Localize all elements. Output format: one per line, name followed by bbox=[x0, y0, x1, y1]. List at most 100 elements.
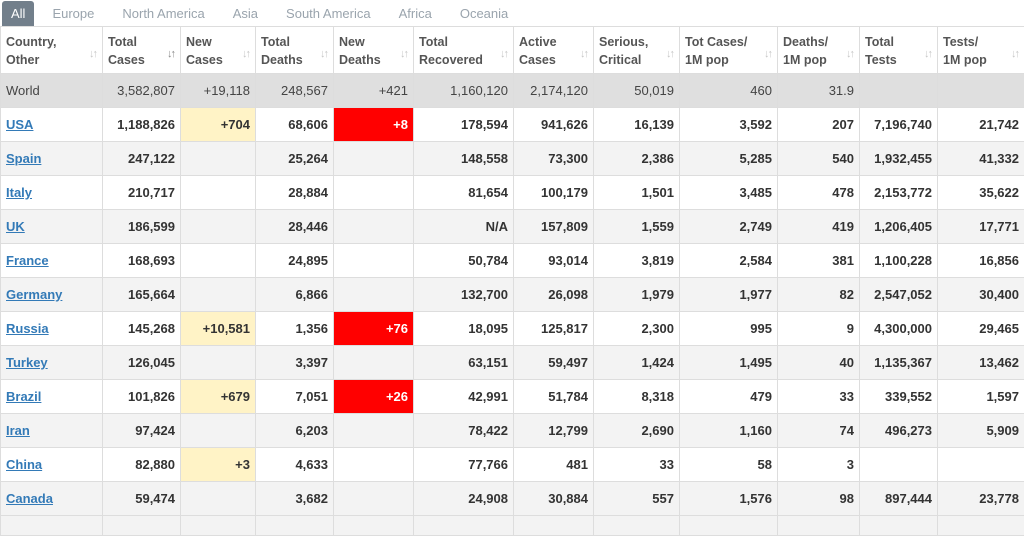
sort-icon[interactable]: ↓↑ bbox=[320, 45, 329, 63]
country-link[interactable]: Iran bbox=[6, 423, 30, 438]
sort-icon[interactable]: ↓↑ bbox=[242, 45, 251, 63]
table-row bbox=[0, 515, 1024, 536]
cell-new-deaths: +421 bbox=[333, 73, 414, 108]
cell-serious-critical: 2,386 bbox=[593, 141, 680, 176]
cell-new-deaths bbox=[333, 175, 414, 210]
col-header-total-tests[interactable]: Total Tests ↓↑ bbox=[859, 26, 938, 74]
sort-icon[interactable]: ↓↑ bbox=[924, 45, 933, 63]
tab-oceania[interactable]: Oceania bbox=[446, 0, 522, 26]
cell-active-cases: 157,809 bbox=[513, 209, 594, 244]
cell-total-cases bbox=[102, 515, 181, 536]
country-link[interactable]: Russia bbox=[6, 321, 49, 336]
cell-total-tests: 897,444 bbox=[859, 481, 938, 516]
cell-total-recovered bbox=[413, 515, 514, 536]
col-header-line2: Cases bbox=[108, 53, 145, 67]
cell-deaths-per-1m: 98 bbox=[777, 481, 860, 516]
cell-total-cases: 97,424 bbox=[102, 413, 181, 448]
col-header-tests-per-1m[interactable]: Tests/1M pop ↓↑ bbox=[937, 26, 1024, 74]
col-header-country[interactable]: Country, Other ↓↑ bbox=[0, 26, 103, 74]
country-link[interactable]: China bbox=[6, 457, 42, 472]
sort-icon[interactable]: ↓↑ bbox=[580, 45, 589, 63]
cell-cases-per-1m: 1,977 bbox=[679, 277, 778, 312]
cell-tests-per-1m: 35,622 bbox=[937, 175, 1024, 210]
col-header-cases-per-1m[interactable]: Tot Cases/1M pop ↓↑ bbox=[679, 26, 778, 74]
cell-cases-per-1m: 3,592 bbox=[679, 107, 778, 142]
col-header-deaths-per-1m[interactable]: Deaths/1M pop ↓↑ bbox=[777, 26, 860, 74]
col-header-active-cases[interactable]: Active Cases ↓↑ bbox=[513, 26, 594, 74]
table-row: USA 1,188,826 +704 68,606 +8 178,594 941,626 16… bbox=[0, 107, 1024, 142]
col-header-line1: Total bbox=[419, 35, 448, 49]
col-header-line1: Serious, bbox=[599, 35, 649, 49]
country-link[interactable]: UK bbox=[6, 219, 25, 234]
cell-total-cases: 165,664 bbox=[102, 277, 181, 312]
cell-new-cases: +679 bbox=[180, 379, 256, 414]
cell-new-cases bbox=[180, 515, 256, 536]
cell-total-deaths: 248,567 bbox=[255, 73, 334, 108]
country-link[interactable]: USA bbox=[6, 117, 33, 132]
col-header-line2: Tests bbox=[865, 53, 897, 67]
country-link[interactable]: Canada bbox=[6, 491, 53, 506]
col-header-total-deaths[interactable]: Total Deaths ↓↑ bbox=[255, 26, 334, 74]
cell-new-cases: +3 bbox=[180, 447, 256, 482]
sort-icon[interactable]: ↓↑ bbox=[400, 45, 409, 63]
country-link[interactable]: Italy bbox=[6, 185, 32, 200]
country-link[interactable]: Spain bbox=[6, 151, 41, 166]
cell-active-cases: 51,784 bbox=[513, 379, 594, 414]
col-header-serious-critical[interactable]: Serious, Critical ↓↑ bbox=[593, 26, 680, 74]
sort-icon[interactable]: ↓↑ bbox=[666, 45, 675, 63]
col-header-new-cases[interactable]: New Cases ↓↑ bbox=[180, 26, 256, 74]
cell-active-cases: 93,014 bbox=[513, 243, 594, 278]
tab-asia[interactable]: Asia bbox=[219, 0, 272, 26]
country-link[interactable]: France bbox=[6, 253, 49, 268]
table-row: Brazil 101,826 +679 7,051 +26 42,991 51,784 8,3… bbox=[0, 379, 1024, 414]
country-link[interactable]: Turkey bbox=[6, 355, 48, 370]
sort-icon[interactable]: ↓↑ bbox=[89, 45, 98, 63]
tab-europe[interactable]: Europe bbox=[38, 0, 108, 26]
cell-new-deaths bbox=[333, 515, 414, 536]
sort-icon[interactable]: ↓↑ bbox=[1011, 45, 1020, 63]
cell-tests-per-1m: 21,742 bbox=[937, 107, 1024, 142]
cell-deaths-per-1m: 74 bbox=[777, 413, 860, 448]
table-row: China 82,880 +3 4,633 77,766 481 33 58 3 bbox=[0, 447, 1024, 482]
covid-table: Country, Other ↓↑ Total Cases ↓↑ New Cases ↓↑ Tot… bbox=[0, 26, 1024, 536]
cell-deaths-per-1m bbox=[777, 515, 860, 536]
tab-north-america[interactable]: North America bbox=[108, 0, 218, 26]
cell-new-deaths bbox=[333, 447, 414, 482]
cell-serious-critical: 2,300 bbox=[593, 311, 680, 346]
cell-total-cases: 126,045 bbox=[102, 345, 181, 380]
cell-new-deaths: +8 bbox=[333, 107, 414, 142]
col-header-total-recovered[interactable]: Total Recovered ↓↑ bbox=[413, 26, 514, 74]
cell-total-deaths: 24,895 bbox=[255, 243, 334, 278]
sort-icon[interactable]: ↓↑ bbox=[167, 45, 176, 63]
cell-total-tests: 1,135,367 bbox=[859, 345, 938, 380]
cell-new-deaths bbox=[333, 413, 414, 448]
tab-africa[interactable]: Africa bbox=[385, 0, 446, 26]
country-link[interactable]: Germany bbox=[6, 287, 62, 302]
country-link[interactable]: Brazil bbox=[6, 389, 41, 404]
cell-deaths-per-1m: 3 bbox=[777, 447, 860, 482]
cell-total-cases: 210,717 bbox=[102, 175, 181, 210]
tab-all[interactable]: All bbox=[2, 1, 35, 26]
col-header-line2: Deaths bbox=[261, 53, 303, 67]
tab-south-america[interactable]: South America bbox=[272, 0, 385, 26]
cell-total-cases: 1,188,826 bbox=[102, 107, 181, 142]
col-header-total-cases[interactable]: Total Cases ↓↑ bbox=[102, 26, 181, 74]
cell-serious-critical: 3,819 bbox=[593, 243, 680, 278]
cell-total-deaths: 3,682 bbox=[255, 481, 334, 516]
cell-tests-per-1m: 13,462 bbox=[937, 345, 1024, 380]
cell-total-recovered: 18,095 bbox=[413, 311, 514, 346]
cell-new-cases bbox=[180, 209, 256, 244]
cell-country: Canada bbox=[0, 481, 103, 516]
col-header-line1: Deaths/ bbox=[783, 35, 829, 49]
sort-icon[interactable]: ↓↑ bbox=[500, 45, 509, 63]
cell-new-cases: +704 bbox=[180, 107, 256, 142]
col-header-new-deaths[interactable]: New Deaths ↓↑ bbox=[333, 26, 414, 74]
col-header-line1: Country, bbox=[6, 35, 57, 49]
sort-icon[interactable]: ↓↑ bbox=[846, 45, 855, 63]
cell-country: Brazil bbox=[0, 379, 103, 414]
cell-new-deaths bbox=[333, 243, 414, 278]
sort-icon[interactable]: ↓↑ bbox=[764, 45, 773, 63]
cell-total-recovered: 50,784 bbox=[413, 243, 514, 278]
cell-total-recovered: 42,991 bbox=[413, 379, 514, 414]
world-row: World 3,582,807 +19,118 248,567 +421 1,160,12… bbox=[0, 73, 1024, 108]
